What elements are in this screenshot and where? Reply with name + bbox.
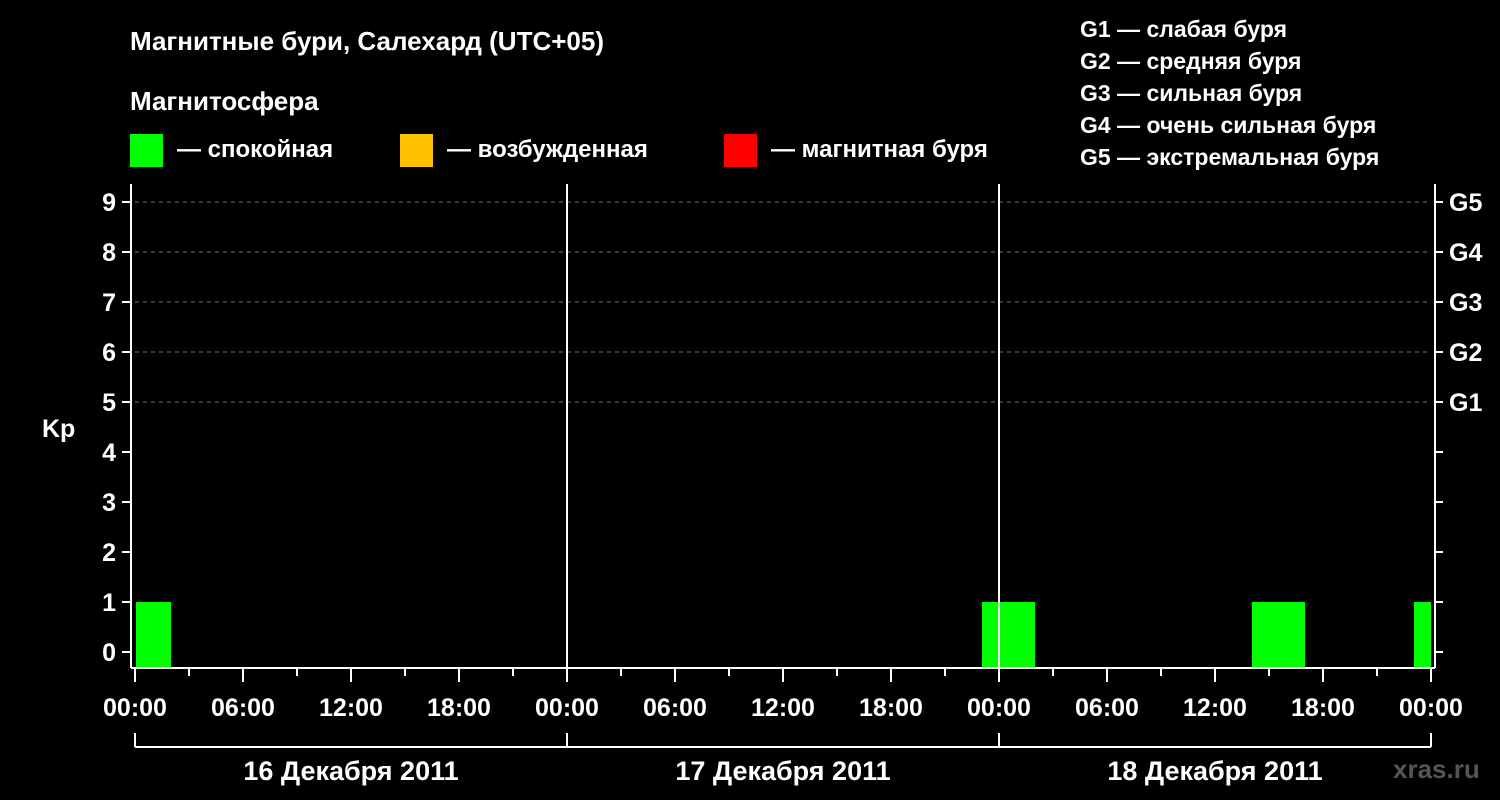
y-tick-label-0: 0 xyxy=(102,639,116,667)
x-tick-label-1: 00:00 xyxy=(103,694,167,722)
y-tick-label-3: 3 xyxy=(102,489,116,517)
storm-level-1: G1 — слабая буря xyxy=(1080,16,1287,42)
legend-swatch-2 xyxy=(400,134,433,167)
date-label-3: 18 Декабря 2011 xyxy=(1107,756,1322,786)
y-tick-label-5: 5 xyxy=(102,389,116,417)
y-tick-label-2: 2 xyxy=(102,539,116,567)
x-tick-label-13: 00:00 xyxy=(1399,694,1463,722)
kp-bar-2 xyxy=(982,602,1035,668)
kp-bar-1 xyxy=(136,602,171,668)
x-tick-label-4: 18:00 xyxy=(427,694,491,722)
magnetosphere-legend: — спокойная — возбужденная — магнитная бур… xyxy=(130,134,988,167)
x-tick-label-6: 06:00 xyxy=(643,694,707,722)
storm-level-5: G5 — экстремальная буря xyxy=(1080,144,1379,170)
x-tick-label-7: 12:00 xyxy=(751,694,815,722)
right-tick-label-g3: G3 xyxy=(1449,289,1482,317)
legend-swatch-1 xyxy=(130,134,163,167)
right-tick-label-g2: G2 xyxy=(1449,339,1482,367)
date-label-1: 16 Декабря 2011 xyxy=(243,756,458,786)
right-tick-label-g1: G1 xyxy=(1449,389,1482,417)
y-tick-label-8: 8 xyxy=(102,239,116,267)
x-tick-label-3: 12:00 xyxy=(319,694,383,722)
y-tick-label-6: 6 xyxy=(102,339,116,367)
y-tick-label-1: 1 xyxy=(102,589,116,617)
y-tick-label-7: 7 xyxy=(102,289,116,317)
kp-bar-4 xyxy=(1414,602,1431,668)
legend-swatch-3 xyxy=(724,134,757,167)
storm-level-4: G4 — очень сильная буря xyxy=(1080,112,1376,138)
y-tick-label-4: 4 xyxy=(102,439,116,467)
storm-level-2: G2 — средняя буря xyxy=(1080,48,1301,74)
legend-label-2: — возбужденная xyxy=(447,136,648,163)
x-tick-label-10: 06:00 xyxy=(1075,694,1139,722)
kp-bar-3 xyxy=(1252,602,1305,668)
x-tick-label-2: 06:00 xyxy=(211,694,275,722)
legend-label-1: — спокойная xyxy=(177,136,333,163)
legend-label-3: — магнитная буря xyxy=(771,136,988,163)
right-tick-label-g4: G4 xyxy=(1449,239,1482,267)
storm-level-3: G3 — сильная буря xyxy=(1080,80,1302,106)
date-label-2: 17 Декабря 2011 xyxy=(675,756,890,786)
y-axis-label: Kp xyxy=(42,415,75,443)
kp-chart: Магнитные бури, Салехард (UTC+05) Магнит… xyxy=(42,16,1482,786)
x-tick-label-11: 12:00 xyxy=(1183,694,1247,722)
right-tick-label-g5: G5 xyxy=(1449,189,1482,217)
x-tick-label-12: 18:00 xyxy=(1291,694,1355,722)
watermark-text: xras.ru xyxy=(1393,754,1480,784)
y-tick-label-9: 9 xyxy=(102,189,116,217)
chart-title: Магнитные бури, Салехард (UTC+05) xyxy=(130,26,604,56)
legend-title: Магнитосфера xyxy=(130,86,319,116)
x-tick-label-5: 00:00 xyxy=(535,694,599,722)
x-tick-label-9: 00:00 xyxy=(967,694,1031,722)
storm-level-legend: G1 — слабая буря G2 — средняя буря G3 — си… xyxy=(1080,16,1379,170)
x-tick-label-8: 18:00 xyxy=(859,694,923,722)
plot-area: 0 1 2 3 4 5 6 7 8 9 G1 G2 G3 G4 G5 00:00 06:00 12:00 18:00… xyxy=(102,184,1482,786)
